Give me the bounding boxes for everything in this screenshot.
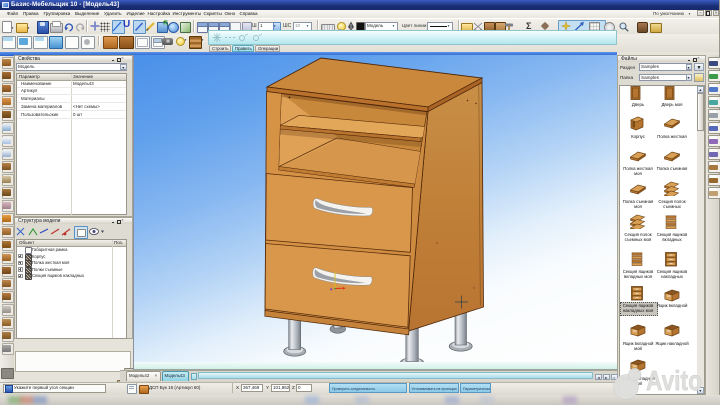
svg-text:Avito: Avito xyxy=(646,365,702,396)
